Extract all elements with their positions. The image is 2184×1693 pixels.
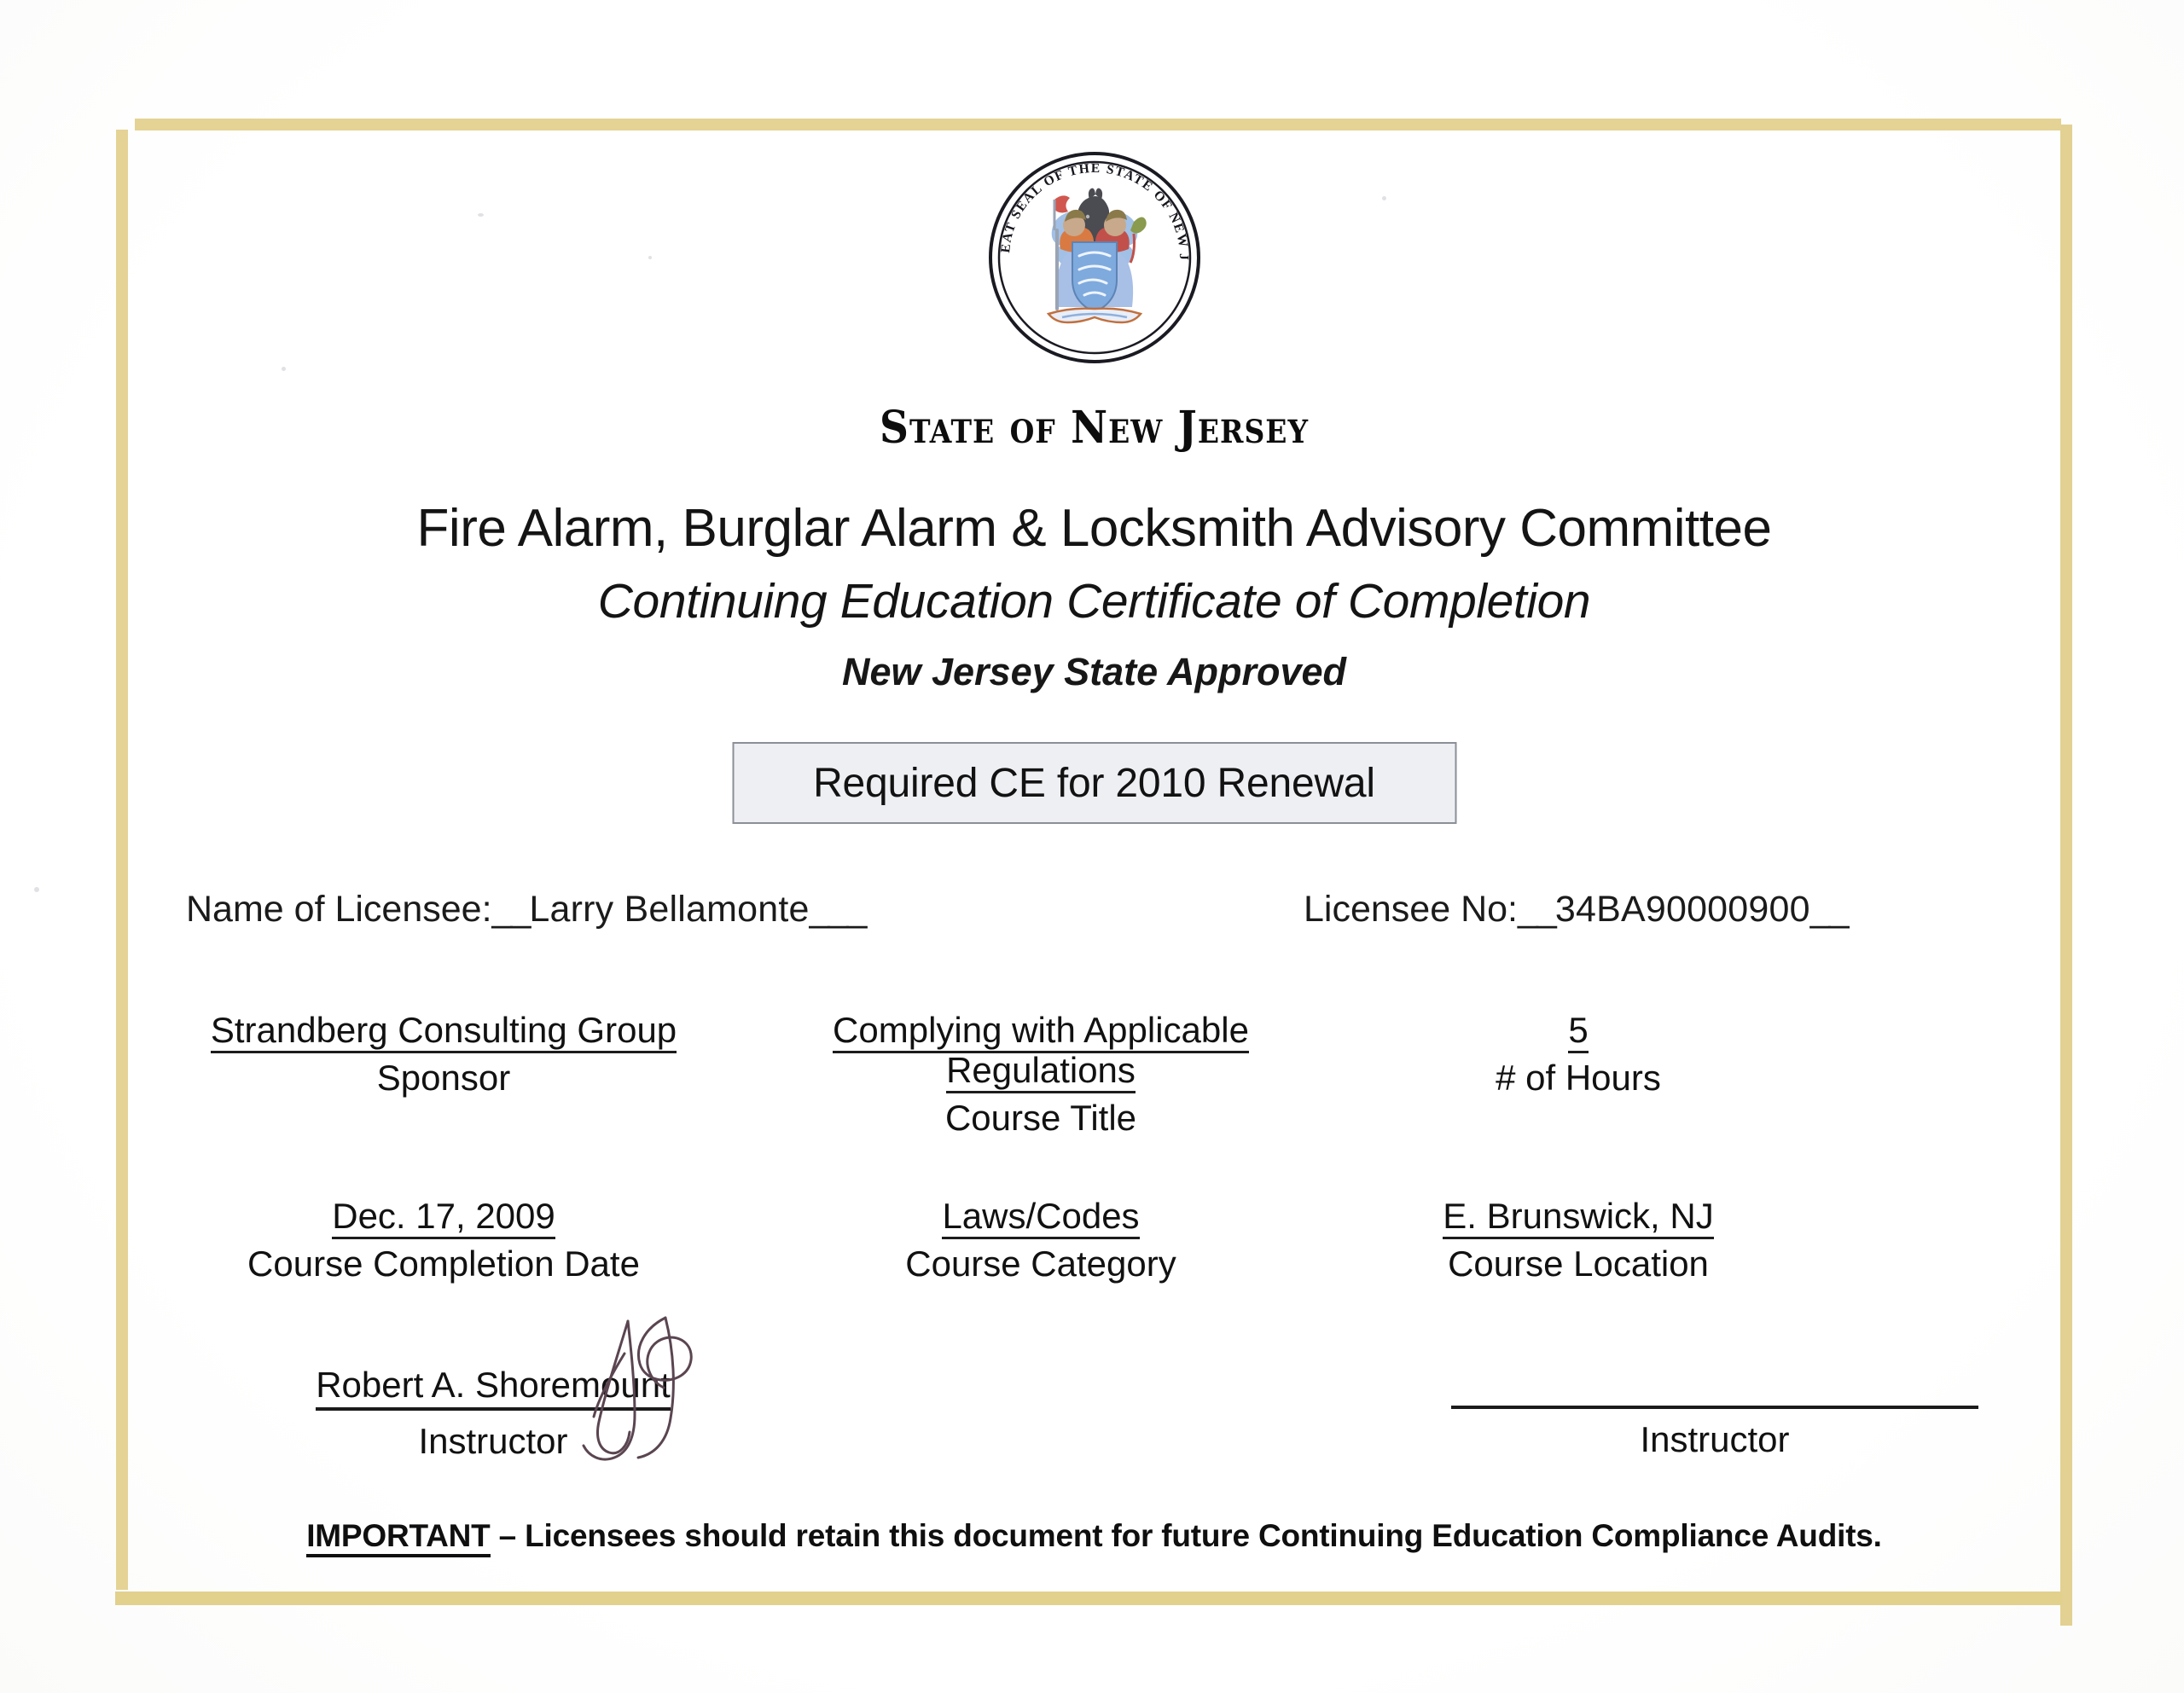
sponsor-field: Strandberg Consulting Group Sponsor [145,1010,742,1139]
important-notice: IMPORTANT – Licensees should retain this… [128,1518,2060,1557]
licensee-number-trail-blank: __ [1809,889,1850,930]
instructor-caption-right: Instructor [1640,1419,1790,1459]
hours-field: 5 # of Hours [1339,1010,1817,1139]
scan-speck [34,887,39,892]
committee-heading: Fire Alarm, Burglar Alarm & Locksmith Ad… [416,499,1772,558]
completion-date-value: Dec. 17, 2009 [332,1196,555,1239]
course-category-value: Laws/Codes [942,1196,1140,1239]
seal-container: THE GREAT SEAL OF THE STATE OF NEW JERSE… [128,147,2060,368]
licensee-row: Name of Licensee:__Larry Bellamonte___ L… [128,889,2060,948]
licensee-name-field: Name of Licensee:__Larry Bellamonte___ [186,889,868,931]
completion-date-field: Dec. 17, 2009 Course Completion Date [145,1196,742,1284]
sponsor-value-wrap: Strandberg Consulting Group [145,1010,742,1053]
state-approved-subtitle: New Jersey State Approved [841,650,1347,693]
new-jersey-state-seal-icon: THE GREAT SEAL OF THE STATE OF NEW JERSE… [984,147,1205,368]
course-title-field: Complying with Applicable Regulations Co… [742,1010,1339,1139]
hours-value-wrap: 5 [1339,1010,1817,1053]
state-heading: State of New Jersey [880,401,1309,455]
hours-value: 5 [1568,1010,1589,1053]
completion-date-label: Course Completion Date [247,1244,640,1284]
sponsor-label: Sponsor [376,1058,511,1099]
instructor-caption-left: Instructor [418,1421,568,1461]
course-location-field: E. Brunswick, NJ Course Location [1339,1196,1817,1284]
important-keyword: IMPORTANT [306,1518,491,1557]
course-category-field: Laws/Codes Course Category [742,1196,1339,1284]
course-location-label: Course Location [1448,1244,1709,1284]
required-ce-box: Required CE for 2010 Renewal [732,742,1456,824]
important-notice-text: – Licensees should retain this document … [490,1518,1882,1553]
certificate-body: THE GREAT SEAL OF THE STATE OF NEW JERSE… [128,130,2060,1592]
course-category-label: Course Category [905,1244,1176,1284]
course-title-label: Course Title [944,1098,1137,1139]
licensee-number-lead-blank: __ [1518,889,1557,930]
licensee-number-label: Licensee No: [1304,889,1518,930]
course-detail-row-two: Dec. 17, 2009 Course Completion Date Law… [128,1196,2060,1284]
course-title-value: Complying with Applicable Regulations [833,1010,1249,1094]
completion-date-value-wrap: Dec. 17, 2009 [145,1196,742,1239]
course-title-value-wrap: Complying with Applicable Regulations [742,1010,1339,1094]
course-location-value: E. Brunswick, NJ [1443,1196,1714,1239]
sponsor-value: Strandberg Consulting Group [210,1010,677,1053]
certificate-border-left [116,130,128,1590]
instructor-signature-block-left: Robert A. Shoremount Instructor [220,1365,766,1462]
licensee-name-trail-blank: ___ [809,889,868,930]
instructor-name: Robert A. Shoremount [316,1365,671,1411]
instructor-signature-block-right: Instructor [1433,1365,1996,1460]
licensee-name-value: Larry Bellamonte [529,889,810,930]
course-category-value-wrap: Laws/Codes [742,1196,1339,1239]
instructor-signature-line-right [1451,1406,1978,1409]
licensee-name-label: Name of Licensee: [186,889,492,930]
course-detail-row-one: Strandberg Consulting Group Sponsor Comp… [128,1010,2060,1139]
certificate-border-right [2060,125,2072,1626]
licensee-number-field: Licensee No:__34BA90000900__ [1304,889,1850,931]
licensee-name-lead-blank: __ [491,889,531,930]
required-ce-text: Required CE for 2010 Renewal [813,760,1375,806]
hours-label: # of Hours [1496,1058,1661,1099]
certificate-border-bottom [115,1592,2062,1605]
course-location-value-wrap: E. Brunswick, NJ [1339,1196,1817,1239]
licensee-number-value: 34BA90000900 [1554,889,1810,930]
certificate-border-top [135,119,2061,130]
certificate-title: Continuing Education Certificate of Comp… [597,574,1591,629]
